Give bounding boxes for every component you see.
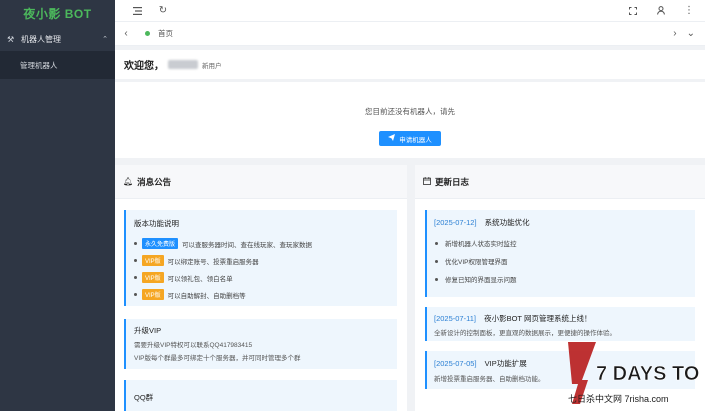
announcements-panel: 🔔︎ 消息公告 版本功能说明 永久免费版 可以查服务器时间、查在线玩家、查玩家数… — [115, 165, 407, 411]
version-card: 版本功能说明 永久免费版 可以查服务器时间、查在线玩家、查玩家数据 VIP版 可… — [124, 210, 397, 306]
changelog-entry-title: 夜小影BOT 网页管理系统上线！ — [484, 314, 592, 323]
changelog-entry-header: [2025-07-12] 系统功能优化 — [434, 217, 530, 228]
sidebar-item-manage-robots[interactable]: 管理机器人 — [0, 51, 115, 79]
changelog-entry-title: 系统功能优化 — [484, 218, 530, 227]
changelog-header: 更新日志 — [415, 165, 705, 199]
sidebar-item-label: 管理机器人 — [20, 60, 58, 70]
top-header: ↻ ⋮ — [115, 0, 705, 22]
tab-bar: ‹ 首页 › ⌄ — [115, 22, 705, 46]
sidebar-group-robot-management[interactable]: ⚒ 机器人管理 ⌃ — [0, 27, 115, 51]
feature-item: VIP版 可以自助解封、自助删档等 — [134, 289, 246, 300]
robot-tools-icon: ⚒ — [7, 34, 15, 44]
qq-group-title: QQ群 — [134, 393, 154, 402]
feature-item: 永久免费版 可以查服务器时间、查在线玩家、查玩家数据 — [134, 238, 312, 249]
changelog-entry: [2025-07-12] 系统功能优化 新增机器人状态实时监控 优化VIP权限管… — [425, 210, 695, 297]
changelog-entry-title: VIP功能扩展 — [484, 359, 527, 368]
user-role-tag: 新用户 — [202, 62, 222, 70]
version-card-title: 版本功能说明 — [134, 219, 179, 228]
feature-item: VIP版 可以领礼包、领白名单 — [134, 272, 233, 283]
apply-robot-label: 申请机器人 — [399, 136, 432, 144]
robots-empty-state: 您目前还没有机器人，请先 申请机器人 — [115, 82, 705, 158]
feature-item: VIP版 可以绑定账号、投票重启服务器 — [134, 255, 259, 266]
vip-card-title: 升级VIP — [134, 326, 162, 335]
site-watermark: 7 DAYS TO DIE 七日杀中文网 7risha.com — [562, 340, 705, 408]
fullscreen-icon[interactable] — [625, 3, 641, 19]
qq-group-card: QQ群 — [124, 380, 397, 411]
changelog-date: [2025-07-11] — [434, 314, 476, 323]
announcements-title: 消息公告 — [137, 176, 172, 187]
welcome-title: 欢迎您， — [124, 61, 164, 72]
vip-card: 升级VIP 需要升级VIP特权可以联系QQ417983415 VIP版每个群最多… — [124, 319, 397, 369]
changelog-entry-desc: 新增投票重启服务器、自助删档功能。 — [434, 376, 545, 383]
welcome-bar: 欢迎您， 新用户 — [115, 50, 705, 79]
feature-badge: VIP版 — [142, 255, 164, 266]
watermark-subtitle: 七日杀中文网 7risha.com — [568, 393, 669, 404]
list-item: 修复已知的界面显示问题 — [435, 274, 517, 284]
tab-scroll-right-icon[interactable]: › — [673, 28, 676, 39]
sidebar-group-label: 机器人管理 — [21, 34, 61, 44]
vip-contact-text: 需要升级VIP特权可以联系QQ417983415 — [134, 342, 253, 349]
changelog-entry-header: [2025-07-11] 夜小影BOT 网页管理系统上线！ — [434, 313, 591, 324]
changelog-entry-desc: 全新设计的控制面板，更直观的数据展示，更便捷的操作体验。 — [434, 330, 616, 337]
announcements-header: 🔔︎ 消息公告 — [115, 165, 407, 199]
tab-home[interactable]: 首页 — [145, 28, 173, 39]
feature-badge: VIP版 — [142, 289, 164, 300]
changelog-entry: [2025-07-11] 夜小影BOT 网页管理系统上线！ 全新设计的控制面板，… — [425, 307, 695, 341]
active-dot-icon — [145, 31, 150, 36]
refresh-icon[interactable]: ↻ — [155, 3, 171, 19]
feature-badge: 永久免费版 — [142, 238, 179, 249]
menu-collapse-icon[interactable] — [129, 3, 145, 19]
no-robot-message: 您目前还没有机器人，请先 — [365, 107, 455, 116]
list-item: 新增机器人状态实时监控 — [435, 238, 517, 248]
apply-robot-button[interactable]: 申请机器人 — [379, 131, 441, 146]
sidebar: 夜小影 BOT ⚒ 机器人管理 ⌃ 管理机器人 — [0, 0, 115, 411]
feature-badge: VIP版 — [142, 272, 164, 283]
changelog-title: 更新日志 — [435, 176, 470, 187]
tab-scroll-left-icon[interactable]: ‹ — [117, 28, 135, 39]
send-icon — [388, 134, 396, 143]
user-icon[interactable] — [653, 3, 669, 19]
tab-label: 首页 — [158, 29, 173, 38]
changelog-date: [2025-07-05] — [434, 359, 477, 368]
bell-icon: 🔔︎ — [123, 177, 134, 186]
watermark-title: 7 DAYS TO DIE — [596, 363, 702, 385]
more-vertical-icon[interactable]: ⋮ — [681, 3, 697, 19]
chevron-up-icon: ⌃ — [102, 36, 108, 43]
app-logo[interactable]: 夜小影 BOT — [0, 0, 115, 27]
changelog-entry-header: [2025-07-05] VIP功能扩展 — [434, 358, 527, 369]
calendar-icon — [423, 176, 431, 187]
list-item: 优化VIP权限管理界面 — [435, 256, 507, 266]
vip-detail-text: VIP版每个群最多可绑定十个服务器，并可同时管理多个群 — [134, 355, 301, 362]
changelog-date: [2025-07-12] — [434, 218, 477, 227]
username-redacted — [168, 60, 198, 69]
chevron-down-icon[interactable]: ⌄ — [687, 28, 695, 39]
